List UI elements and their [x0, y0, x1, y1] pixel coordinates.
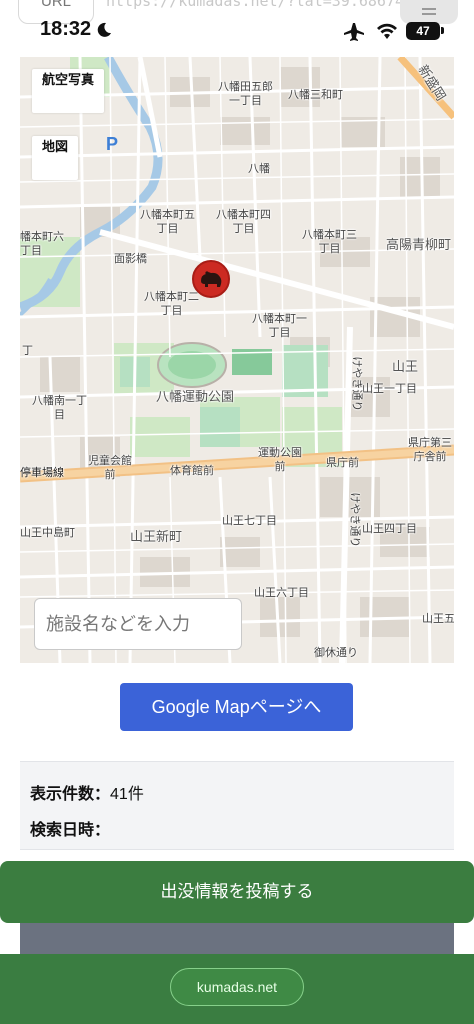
- battery-indicator: 47: [406, 22, 440, 40]
- map-label: 御休通り: [314, 647, 358, 659]
- map-label: 運動公園前: [258, 447, 302, 473]
- map-label: 丁: [22, 345, 33, 357]
- aerial-photo-button[interactable]: 航空写真: [32, 69, 105, 113]
- moon-icon: [97, 22, 111, 37]
- map-label: 八幡本町一 丁目: [252, 313, 307, 339]
- map-label: 山王四丁目: [362, 523, 417, 535]
- map-label: 停車場線: [20, 467, 64, 479]
- map-label: 幡本町六 丁目: [20, 231, 64, 257]
- map-label: 県庁第三 庁舎前: [408, 437, 452, 463]
- google-map-page-button[interactable]: Google Mapページへ: [120, 683, 353, 731]
- wifi-icon: [377, 23, 397, 39]
- result-count: 表示件数：41件: [30, 780, 144, 804]
- page: URL https://kumadas.net/?lat=39.68674 18…: [0, 0, 474, 1024]
- map-label: 面影橋: [114, 253, 147, 265]
- facility-search-input[interactable]: 施設名などを入力: [34, 598, 242, 650]
- result-count-label: 表示件数：: [30, 786, 111, 803]
- map-label: 山王六丁目: [254, 587, 309, 599]
- map-label: けやき通り: [348, 492, 361, 548]
- map-label: 山王七丁目: [222, 515, 277, 527]
- battery-tip: [441, 27, 444, 34]
- map-label: 体育館前: [170, 465, 214, 477]
- map-label: 八幡運動公園: [156, 389, 235, 404]
- map-tiles: [20, 57, 454, 663]
- browser-footer: kumadas.net: [0, 954, 474, 1024]
- map-label: 高陽青柳町: [386, 237, 452, 252]
- post-sighting-button[interactable]: 出没情報を投稿する: [0, 861, 474, 923]
- map-label: 山王一丁目: [362, 383, 417, 395]
- map-label: 山王新町: [130, 529, 183, 544]
- map-label: 八幡本町四 丁目: [216, 209, 271, 235]
- map-label: 山王中島町: [20, 527, 75, 539]
- map-label: けやき通り: [350, 356, 363, 412]
- map-layer-button[interactable]: 地図: [32, 136, 79, 180]
- search-datetime: 検索日時：: [30, 816, 110, 840]
- airplane-icon: [344, 23, 364, 41]
- map-label: 八幡本町五 丁目: [140, 209, 195, 235]
- map-label: 八幡三和町: [288, 89, 343, 101]
- map-label: 山王: [392, 359, 419, 374]
- bear-sighting-marker[interactable]: [192, 260, 230, 298]
- status-time: 18:32: [40, 18, 92, 40]
- parking-icon: P: [106, 134, 118, 153]
- map-label: 県庁前: [326, 457, 359, 469]
- map-label: 児童会館前: [88, 455, 132, 481]
- map-label: 八幡南一丁目: [32, 395, 87, 421]
- svg-text:P: P: [106, 134, 118, 153]
- result-count-value: 41件: [110, 786, 144, 803]
- domain-pill[interactable]: kumadas.net: [170, 968, 304, 1006]
- map-view[interactable]: 八幡田五郎 一丁目 八幡三和町 新盛岡 八幡 八幡本町五 丁目 八幡本町四 丁目 八幡…: [20, 57, 454, 663]
- map-label: 八幡本町二 丁目: [144, 291, 199, 317]
- search-info-panel: 表示件数：41件 検索日時：: [20, 761, 454, 850]
- bear-icon: [201, 271, 222, 287]
- map-label: 山王五: [422, 613, 454, 625]
- map-label: 八幡本町三 丁目: [302, 229, 357, 255]
- search-datetime-label: 検索日時：: [30, 822, 111, 839]
- status-bar: 18:32 47: [0, 0, 474, 56]
- map-label: 八幡田五郎 一丁目: [218, 81, 273, 107]
- map-label: 八幡: [248, 163, 270, 175]
